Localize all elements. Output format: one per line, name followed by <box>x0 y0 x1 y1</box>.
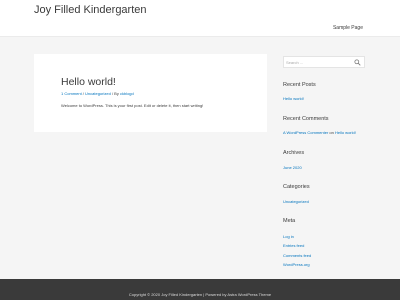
post-comments-link[interactable]: 1 Comment <box>61 91 82 96</box>
footer-copyright: Copyright © 2020 Joy Filled Kindergarten… <box>128 292 272 297</box>
search-icon[interactable] <box>354 59 361 66</box>
post-meta: 1 Comment / Uncategorized / By ckblogd <box>61 91 134 96</box>
search-input[interactable] <box>286 58 350 67</box>
post-category-link[interactable]: Uncategorized <box>85 91 111 96</box>
category-link[interactable]: Uncategorized <box>283 199 309 204</box>
post-title[interactable]: Hello world! <box>61 76 116 88</box>
meta-by-text: / By <box>110 91 120 96</box>
meta-entries-feed-link[interactable]: Entries feed <box>283 243 304 248</box>
meta-comments-feed-link[interactable]: Comments feed <box>283 253 311 258</box>
categories-title: Categories <box>283 184 310 190</box>
recent-post-link[interactable]: Hello world! <box>283 96 304 101</box>
site-title[interactable]: Joy Filled Kindergarten <box>34 4 147 16</box>
comment-on-text: on <box>328 130 335 135</box>
nav-item-sample-page[interactable]: Sample Page <box>333 25 363 31</box>
recent-comment-item: A WordPress Commenter on Hello world! <box>283 130 356 135</box>
comment-post-link[interactable]: Hello world! <box>335 130 356 135</box>
commenter-link[interactable]: A WordPress Commenter <box>283 130 328 135</box>
post-card: Hello world! 1 Comment / Uncategorized /… <box>34 54 267 132</box>
recent-posts-title: Recent Posts <box>283 82 316 88</box>
recent-comments-title: Recent Comments <box>283 116 329 122</box>
site-header: Joy Filled Kindergarten Sample Page <box>0 0 400 37</box>
search-form <box>283 56 365 68</box>
post-author-link[interactable]: ckblogd <box>120 91 134 96</box>
meta-wordpress-org-link[interactable]: WordPress.org <box>283 262 310 267</box>
archives-title: Archives <box>283 150 305 156</box>
meta-title: Meta <box>283 218 296 224</box>
post-excerpt: Welcome to WordPress. This is your first… <box>61 103 204 108</box>
archive-link[interactable]: June 2020 <box>283 165 302 170</box>
site-footer: Copyright © 2020 Joy Filled Kindergarten… <box>0 279 400 300</box>
meta-login-link[interactable]: Log in <box>283 234 294 239</box>
